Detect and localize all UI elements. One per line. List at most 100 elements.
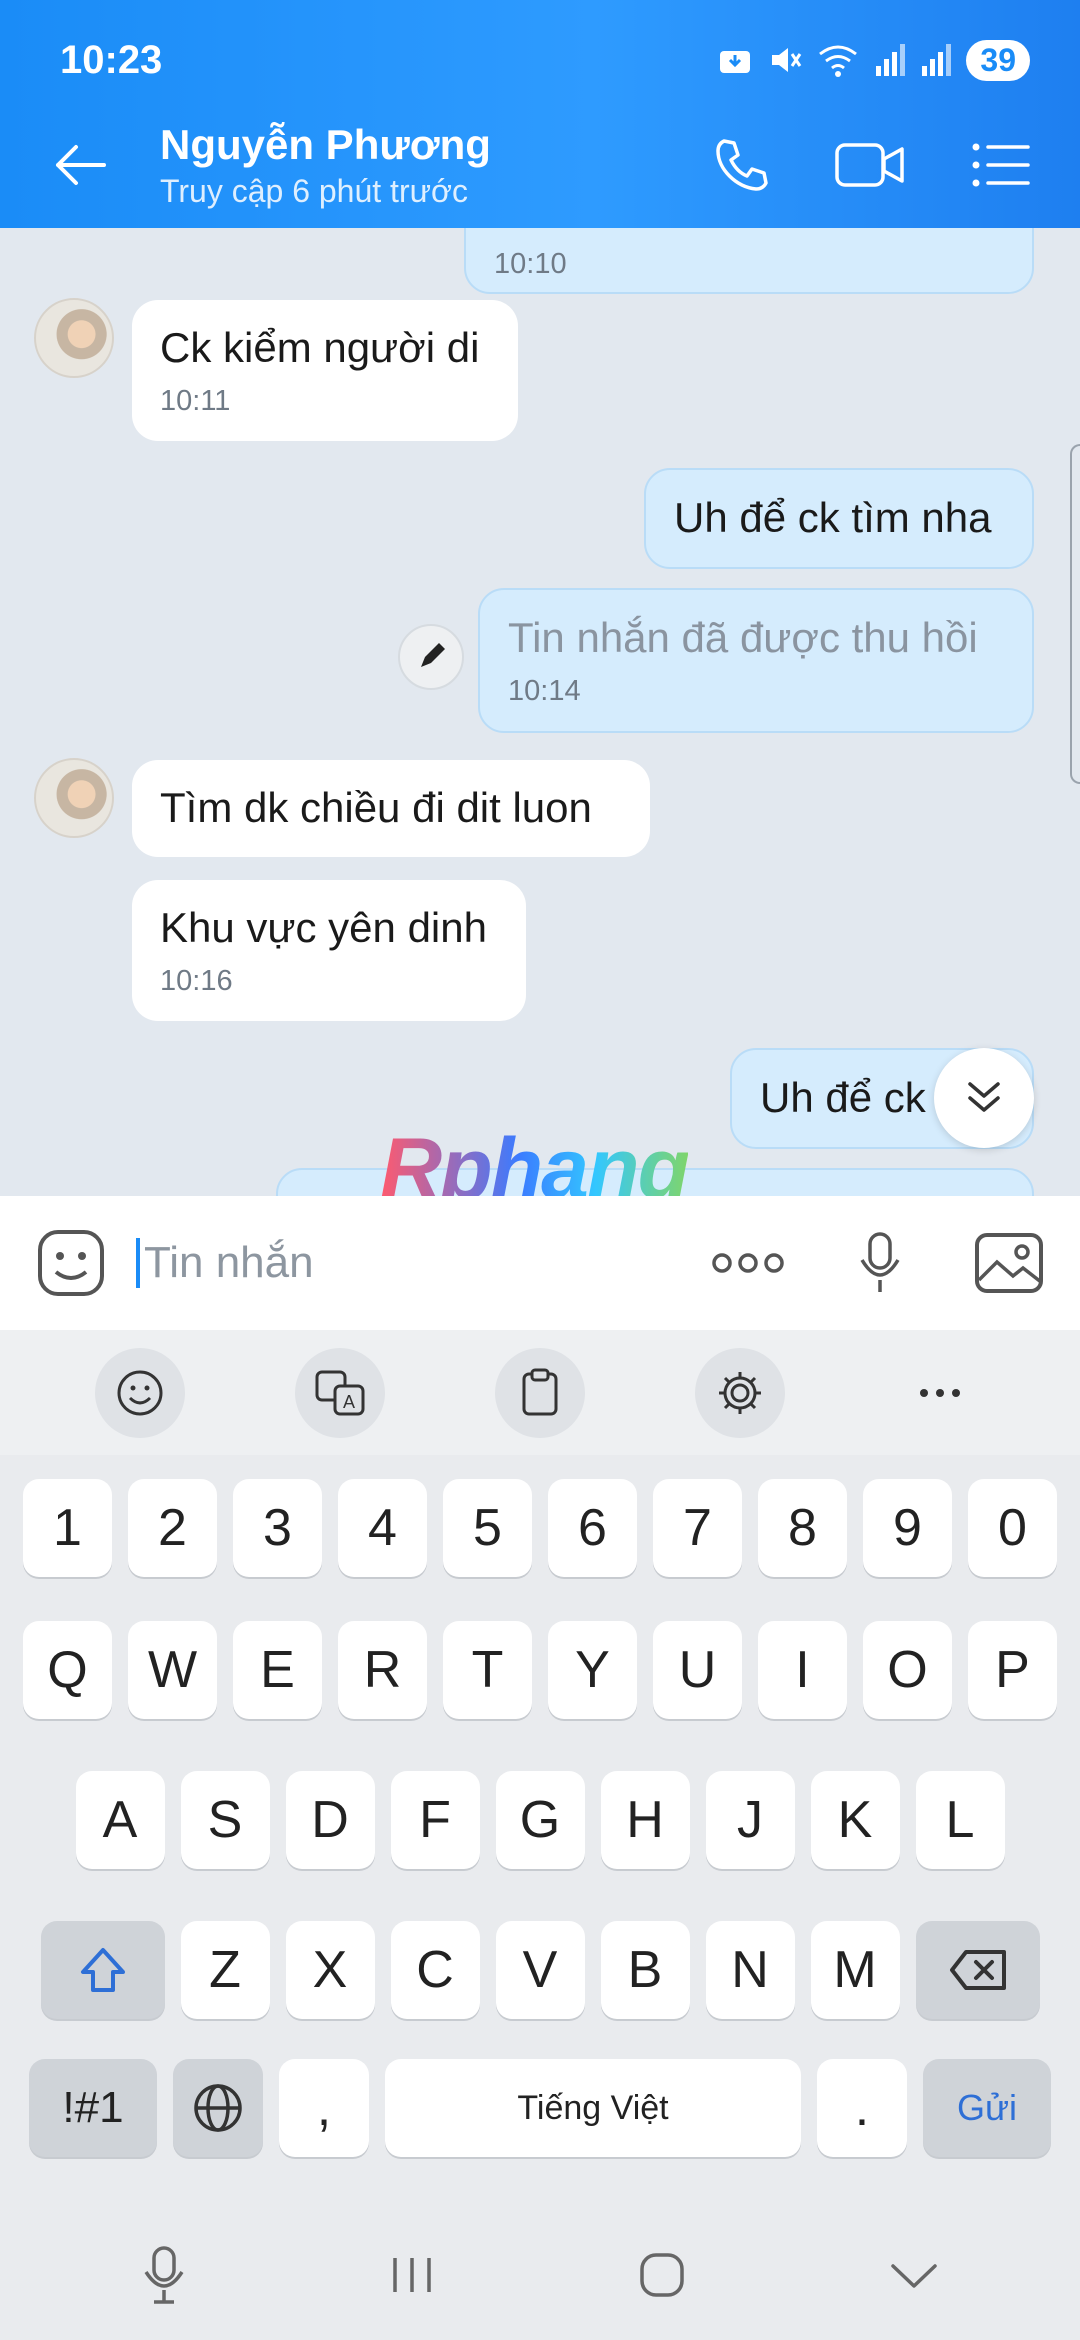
battery-level: 39 <box>966 39 1030 81</box>
key-x[interactable]: X <box>285 1921 375 2019</box>
key-8[interactable]: 8 <box>758 1479 847 1577</box>
edit-button[interactable] <box>398 624 464 690</box>
scroll-to-bottom-button[interactable] <box>934 1048 1034 1148</box>
key-v[interactable]: V <box>495 1921 585 2019</box>
translate-button[interactable]: A <box>295 1347 385 1438</box>
notification-icon <box>720 51 751 73</box>
key-g[interactable]: G <box>495 1771 585 1869</box>
key-7[interactable]: 7 <box>653 1479 742 1577</box>
space-key[interactable]: Tiếng Việt <box>385 2059 801 2157</box>
key-f[interactable]: F <box>390 1771 480 1869</box>
contact-info[interactable]: Nguyễn Phương Truy cập 6 phút trước <box>160 121 491 210</box>
voice-call-button[interactable] <box>690 115 790 215</box>
translate-icon: A <box>315 1370 365 1415</box>
comma-key[interactable]: , <box>279 2059 369 2157</box>
signal-icon-2 <box>922 44 952 76</box>
key-e[interactable]: E <box>233 1621 322 1719</box>
sticker-emoji-icon[interactable] <box>36 1228 106 1298</box>
shift-key[interactable] <box>40 1921 165 2019</box>
letter-row-2: A S D F G H J K L <box>0 1771 1080 1869</box>
scrollbar[interactable] <box>1070 444 1080 784</box>
number-row: 1 2 3 4 5 6 7 8 9 0 <box>0 1479 1080 1577</box>
key-n[interactable]: N <box>705 1921 795 2019</box>
key-u[interactable]: U <box>653 1621 742 1719</box>
contact-avatar[interactable] <box>34 758 114 838</box>
key-z[interactable]: Z <box>180 1921 270 2019</box>
message-bubble-recalled[interactable]: Tin nhắn đã được thu hồi 10:14 <box>478 588 1034 733</box>
send-key[interactable]: Gửi <box>923 2059 1051 2157</box>
symbols-key[interactable]: !#1 <box>29 2059 157 2157</box>
message-bubble-outgoing[interactable]: 10:10 <box>464 228 1034 294</box>
keyboard-settings-button[interactable] <box>695 1347 785 1438</box>
clipboard-button[interactable] <box>495 1347 585 1438</box>
hide-keyboard-icon[interactable] <box>889 2260 939 2290</box>
letter-row-3: Z X C V B N M <box>0 1921 1080 2019</box>
recent-apps-icon[interactable] <box>389 2254 435 2296</box>
microphone-icon[interactable] <box>858 1230 902 1296</box>
key-t[interactable]: T <box>443 1621 532 1719</box>
key-r[interactable]: R <box>338 1621 427 1719</box>
message-bubble-incoming[interactable]: Khu vực yên dinh 10:16 <box>132 880 526 1021</box>
key-h[interactable]: H <box>600 1771 690 1869</box>
key-b[interactable]: B <box>600 1921 690 2019</box>
keyboard: 1 2 3 4 5 6 7 8 9 0 Q W E R T Y U I O P … <box>0 1455 1080 2340</box>
message-input[interactable] <box>136 1238 656 1288</box>
message-bubble-outgoing[interactable]: Uh để ck tìm nha <box>644 468 1034 569</box>
key-2[interactable]: 2 <box>128 1479 217 1577</box>
key-k[interactable]: K <box>810 1771 900 1869</box>
globe-icon <box>194 2084 242 2132</box>
keyboard-toolbar: A <box>0 1330 1080 1455</box>
header-actions <box>690 115 1050 215</box>
period-key[interactable]: . <box>817 2059 907 2157</box>
key-s[interactable]: S <box>180 1771 270 1869</box>
nav-bar: Nguyễn Phương Truy cập 6 phút trước <box>0 110 1080 220</box>
key-c[interactable]: C <box>390 1921 480 2019</box>
backspace-key[interactable] <box>915 1921 1040 2019</box>
message-time: 10:16 <box>160 964 233 997</box>
more-options-icon[interactable] <box>710 1251 786 1275</box>
ellipsis-icon <box>920 1388 960 1397</box>
message-bubble-incoming[interactable]: Ck kiểm người di 10:11 <box>132 300 518 441</box>
key-d[interactable]: D <box>285 1771 375 1869</box>
key-0[interactable]: 0 <box>968 1479 1057 1577</box>
status-icons: 39 <box>718 39 1030 81</box>
keyboard-more-button[interactable] <box>895 1348 985 1438</box>
system-navigation-bar <box>0 2225 1080 2325</box>
key-1[interactable]: 1 <box>23 1479 112 1577</box>
key-5[interactable]: 5 <box>443 1479 532 1577</box>
key-a[interactable]: A <box>75 1771 165 1869</box>
status-time: 10:23 <box>60 37 163 82</box>
message-bubble-incoming[interactable]: Tìm dk chiều đi dit luon <box>132 760 650 857</box>
status-bar: 10:23 39 <box>60 30 1030 90</box>
options-menu-button[interactable] <box>950 115 1050 215</box>
key-9[interactable]: 9 <box>863 1479 952 1577</box>
key-6[interactable]: 6 <box>548 1479 637 1577</box>
key-4[interactable]: 4 <box>338 1479 427 1577</box>
key-j[interactable]: J <box>705 1771 795 1869</box>
key-q[interactable]: Q <box>23 1621 112 1719</box>
double-chevron-down-icon <box>968 1082 1000 1112</box>
back-button[interactable] <box>30 115 130 215</box>
image-icon[interactable] <box>974 1232 1044 1294</box>
gear-icon <box>719 1371 761 1414</box>
voice-input-icon[interactable] <box>142 2244 186 2306</box>
key-y[interactable]: Y <box>548 1621 637 1719</box>
key-p[interactable]: P <box>968 1621 1057 1719</box>
key-m[interactable]: M <box>810 1921 900 2019</box>
emoji-button[interactable] <box>95 1347 185 1438</box>
key-3[interactable]: 3 <box>233 1479 322 1577</box>
key-o[interactable]: O <box>863 1621 952 1719</box>
message-input-bar <box>0 1196 1080 1330</box>
home-icon[interactable] <box>638 2251 686 2299</box>
message-time: 10:14 <box>508 674 581 707</box>
recalled-message-text: Tin nhắn đã được thu hồi <box>508 614 978 661</box>
video-call-button[interactable] <box>820 115 920 215</box>
contact-avatar[interactable] <box>34 298 114 378</box>
message-text: Ck kiểm người di <box>160 324 480 371</box>
key-i[interactable]: I <box>758 1621 847 1719</box>
list-menu-icon <box>972 143 1030 187</box>
language-key[interactable] <box>173 2059 263 2157</box>
message-list[interactable]: 10:10 Ck kiểm người di 10:11 Uh để ck tì… <box>0 228 1080 1196</box>
key-l[interactable]: L <box>915 1771 1005 1869</box>
key-w[interactable]: W <box>128 1621 217 1719</box>
